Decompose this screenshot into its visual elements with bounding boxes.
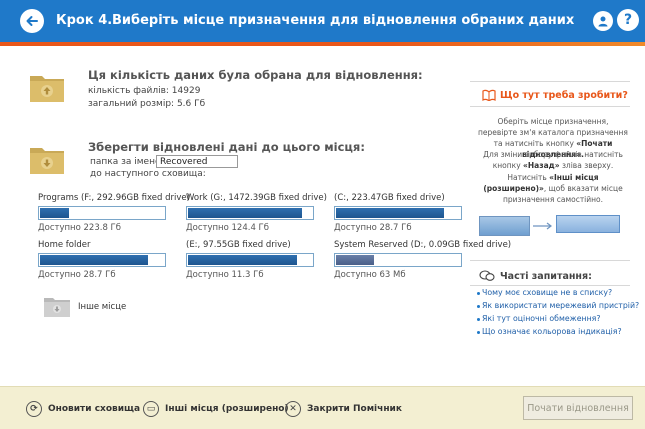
drive-name: Programs (F:, 292.96GB fixed drive) xyxy=(38,193,190,203)
help-illustration-target xyxy=(556,215,620,233)
bullet xyxy=(477,305,480,308)
help-illustration-source xyxy=(479,216,530,236)
bullet xyxy=(477,331,480,334)
button-label: Оновити сховища xyxy=(48,404,141,414)
panel-divider xyxy=(470,285,630,286)
help-button[interactable]: ? xyxy=(617,9,639,31)
question-icon: ? xyxy=(623,12,633,28)
arrow-right-icon xyxy=(533,222,552,230)
arrow-left-icon xyxy=(26,16,38,26)
start-recovery-button[interactable]: Почати відновлення xyxy=(523,396,633,420)
refresh-storage-button[interactable]: ⟳ Оновити сховища xyxy=(26,399,140,419)
drive-c[interactable]: (C:, 223.47GB fixed drive) Доступно 28.7… xyxy=(334,193,462,233)
step-label: Крок 4. xyxy=(56,13,113,28)
drive-free-space: Доступно 63 Мб xyxy=(334,270,406,280)
help-text: Натисніть xyxy=(507,173,547,182)
drive-usage-fill xyxy=(188,255,298,265)
drive-usage-bar xyxy=(334,253,462,267)
help-paragraph-3: Натисніть «Інші місця (розширено)», щоб … xyxy=(478,172,628,205)
drive-name: System Reserved (D:, 0.09GB fixed drive) xyxy=(334,240,512,250)
drive-usage-bar xyxy=(186,206,314,220)
drive-usage-fill xyxy=(188,208,303,218)
storage-label: до наступного сховища: xyxy=(90,169,206,179)
folder-upload-icon xyxy=(28,70,66,104)
drive-name: (C:, 223.47GB fixed drive) xyxy=(334,193,445,203)
drive-usage-bar xyxy=(38,206,166,220)
drive-work[interactable]: Work (G:, 1472.39GB fixed drive) Доступн… xyxy=(186,193,327,233)
file-count: кількість файлів: 14929 xyxy=(88,86,201,96)
drive-usage-fill xyxy=(336,255,375,265)
help-text: зліва зверху. xyxy=(561,161,614,170)
bullet xyxy=(477,318,480,321)
selected-data-title: Ця кількість даних була обрана для відно… xyxy=(88,68,423,82)
help-text-bold: «Назад» xyxy=(523,161,560,170)
faq-link[interactable]: Які тут оціночні обмеження? xyxy=(482,314,601,323)
book-icon xyxy=(482,89,496,101)
other-places-button[interactable]: ▭ Інші місця (розширено) xyxy=(143,399,289,419)
button-label: Інші місця (розширено) xyxy=(165,404,289,414)
page-title: Виберіть місце призначення для відновлен… xyxy=(112,13,575,28)
drive-programs[interactable]: Programs (F:, 292.96GB fixed drive) Дост… xyxy=(38,193,190,233)
drive-usage-bar xyxy=(38,253,166,267)
drive-free-space: Доступно 11.3 Гб xyxy=(186,270,264,280)
bullet xyxy=(477,292,480,295)
drive-usage-fill xyxy=(40,255,148,265)
back-button[interactable] xyxy=(20,9,44,33)
refresh-icon: ⟳ xyxy=(26,401,42,417)
close-icon: ✕ xyxy=(285,401,301,417)
drive-free-space: Доступно 124.4 Гб xyxy=(186,223,269,233)
chat-bubbles-icon xyxy=(479,270,495,281)
close-wizard-button[interactable]: ✕ Закрити Помічник xyxy=(285,399,402,419)
panel-divider xyxy=(470,260,630,261)
faq-link[interactable]: Чому моє сховище не в списку? xyxy=(482,288,612,297)
drive-e[interactable]: (E:, 97.55GB fixed drive) Доступно 11.3 … xyxy=(186,240,314,280)
other-place-folder-icon[interactable] xyxy=(43,294,71,318)
folder-name-input[interactable] xyxy=(156,155,238,168)
header-stripe xyxy=(0,42,645,46)
drive-usage-fill xyxy=(336,208,444,218)
user-icon xyxy=(598,16,608,27)
help-paragraph-2: Для зміни вибору файлів натисніть кнопку… xyxy=(478,149,628,171)
panel-divider xyxy=(470,106,630,107)
total-size: загальний розмір: 5.6 Гб xyxy=(88,99,206,109)
account-button[interactable] xyxy=(593,11,613,31)
drive-free-space: Доступно 223.8 Гб xyxy=(38,223,121,233)
faq-title: Часті запитання: xyxy=(500,271,592,282)
faq-link[interactable]: Що означає кольорова індикація? xyxy=(482,327,622,336)
help-panel-title: Що тут треба зробити? xyxy=(500,90,628,101)
destination-title: Зберегти відновлені дані до цього місця: xyxy=(88,140,365,154)
drive-name: Home folder xyxy=(38,240,91,250)
drive-home[interactable]: Home folder Доступно 28.7 Гб xyxy=(38,240,166,280)
folder-icon: ▭ xyxy=(143,401,159,417)
drive-usage-bar xyxy=(334,206,462,220)
faq-link[interactable]: Як використати мережевий пристрій? xyxy=(482,301,639,310)
button-label: Закрити Помічник xyxy=(307,404,402,414)
drive-name: Work (G:, 1472.39GB fixed drive) xyxy=(186,193,327,203)
drive-usage-bar xyxy=(186,253,314,267)
drive-free-space: Доступно 28.7 Гб xyxy=(38,270,116,280)
other-place-label[interactable]: Інше місце xyxy=(78,302,126,312)
folder-download-icon xyxy=(28,142,66,176)
panel-divider xyxy=(470,81,630,82)
drive-usage-fill xyxy=(40,208,69,218)
drive-system-reserved[interactable]: System Reserved (D:, 0.09GB fixed drive)… xyxy=(334,240,512,280)
drive-name: (E:, 97.55GB fixed drive) xyxy=(186,240,291,250)
drive-free-space: Доступно 28.7 Гб xyxy=(334,223,412,233)
